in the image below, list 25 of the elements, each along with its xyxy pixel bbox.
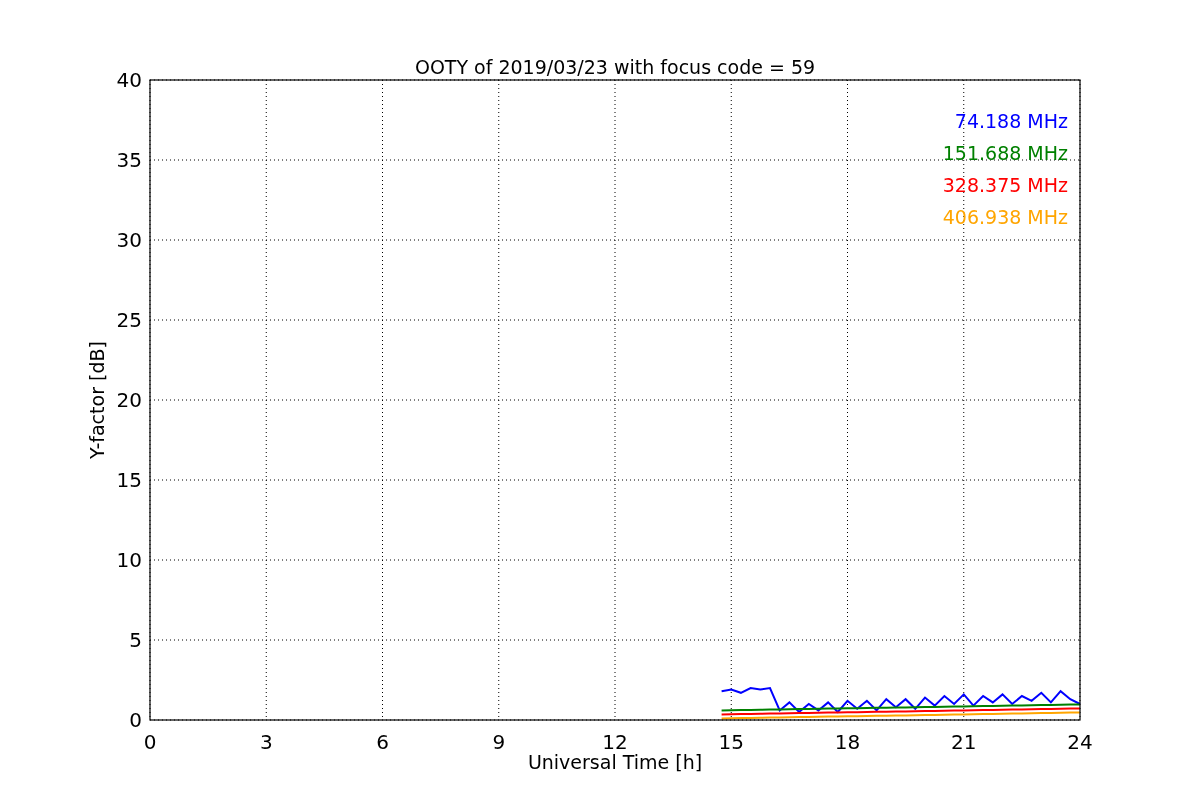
tick-label: 0	[129, 708, 142, 732]
tick-label: 10	[116, 548, 142, 572]
tick-label: 0	[143, 730, 157, 754]
axis-label: Universal Time [h]	[527, 751, 703, 773]
tick-label: 24	[1067, 730, 1093, 754]
tick-label: 30	[116, 228, 142, 252]
legend-label: 406.938 MHz	[942, 206, 1068, 228]
axis-label: Y-factor [dB]	[86, 341, 108, 459]
tick-label: 12	[602, 730, 628, 754]
tick-label: 3	[259, 730, 273, 754]
tick-label: 15	[116, 468, 142, 492]
tick-label: 18	[834, 730, 861, 754]
chart-title: OOTY of 2019/03/23 with focus code = 59	[414, 56, 816, 78]
tick-label: 6	[376, 730, 389, 754]
tick-label: 35	[116, 148, 142, 172]
legend-label: 74.188 MHz	[954, 110, 1068, 132]
tick-label: 9	[492, 730, 506, 754]
legend-label: 328.375 MHz	[942, 174, 1068, 196]
tick-label: 15	[718, 730, 744, 754]
tick-label: 21	[951, 730, 977, 754]
tick-label: 20	[116, 388, 142, 412]
tick-label: 5	[129, 628, 142, 652]
legend-label: 151.688 MHz	[942, 142, 1068, 164]
tick-label: 40	[116, 68, 142, 92]
tick-label: 25	[116, 308, 142, 332]
